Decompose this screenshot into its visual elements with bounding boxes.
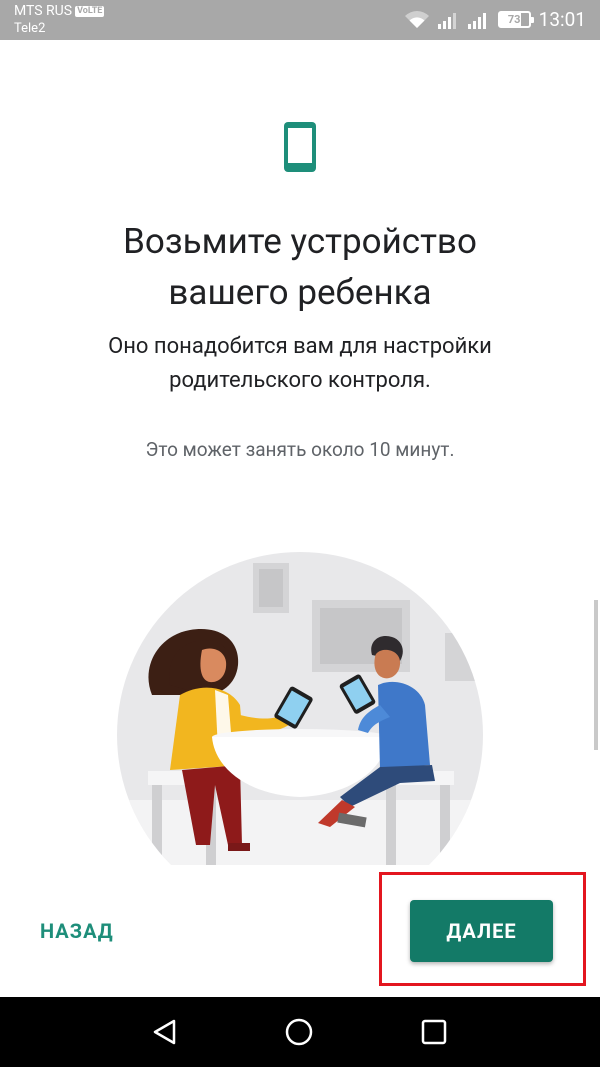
recents-square-icon[interactable] xyxy=(419,1017,449,1047)
smartphone-icon xyxy=(284,122,316,172)
subtitle-line-1: Оно понадобится вам для настройки xyxy=(108,334,492,359)
battery-icon: 73 xyxy=(497,11,534,28)
next-button[interactable]: ДАЛЕЕ xyxy=(410,900,553,962)
back-triangle-icon[interactable] xyxy=(150,1017,180,1047)
family-illustration xyxy=(117,552,483,865)
carrier-secondary: Tele2 xyxy=(14,21,46,36)
signal-icon xyxy=(437,12,456,29)
navigation-bar xyxy=(0,997,600,1067)
carrier-primary: MTS RUS VoLTE xyxy=(14,3,105,19)
page-title-line-1: Возьмите устройство xyxy=(123,221,477,262)
subtitle: Оно понадобится вам для настройки родите… xyxy=(40,330,560,398)
status-icons: 73 13:01 xyxy=(404,8,586,31)
volte-badge: VoLTE xyxy=(75,6,105,17)
home-circle-icon[interactable] xyxy=(284,1017,314,1047)
duration-note: Это может занять около 10 минут. xyxy=(145,438,455,461)
status-bar: MTS RUS VoLTE Tele2 73 13:01 xyxy=(0,0,600,40)
page-title: Возьмите устройство вашего ребенка xyxy=(40,216,560,318)
back-button[interactable]: НАЗАД xyxy=(30,909,124,953)
wifi-icon xyxy=(404,10,429,28)
subtitle-line-2: родительского контроля. xyxy=(169,368,431,393)
page-title-line-2: вашего ребенка xyxy=(168,272,432,313)
clock: 13:01 xyxy=(538,8,586,31)
carrier-primary-label: MTS RUS xyxy=(14,3,73,19)
battery-percent: 73 xyxy=(507,13,521,26)
scrollbar[interactable] xyxy=(594,600,598,750)
signal-icon xyxy=(467,12,486,29)
